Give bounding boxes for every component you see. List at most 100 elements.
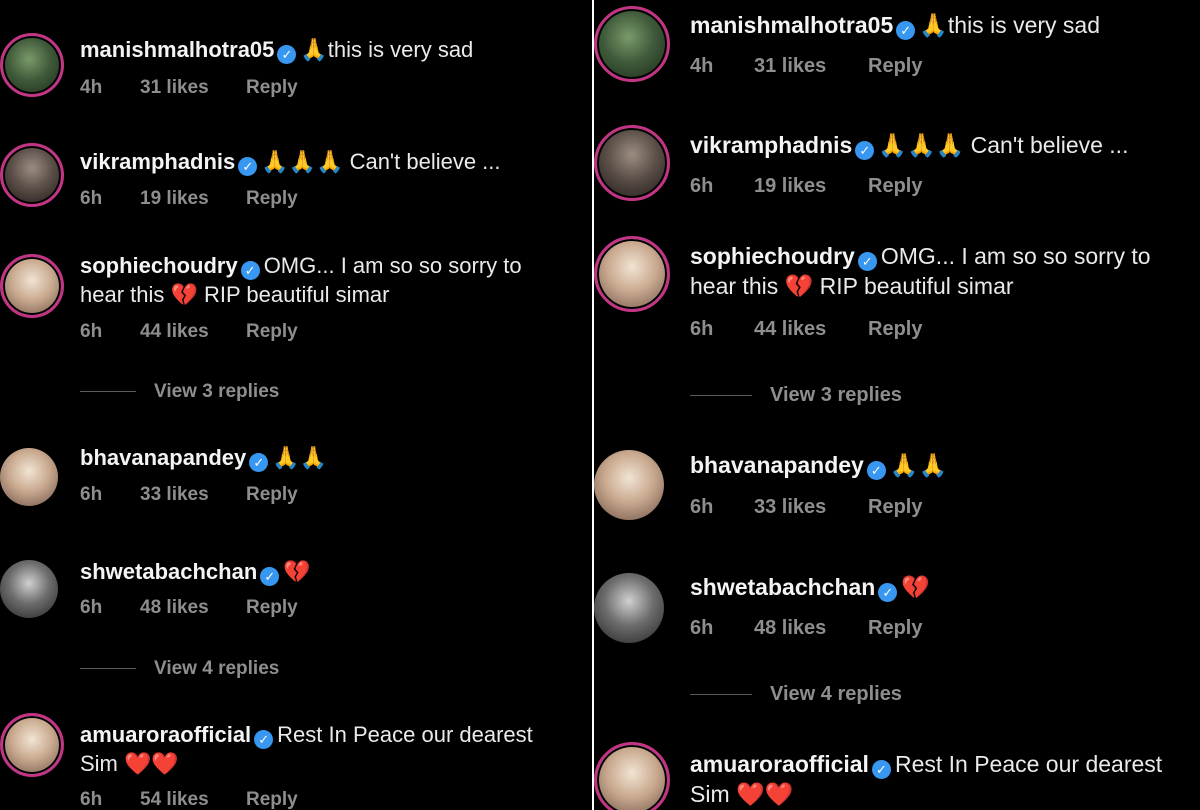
comment-username[interactable]: sophiechoudry (80, 253, 238, 278)
avatar[interactable] (0, 143, 64, 207)
comment-likes[interactable]: 54 likes (140, 789, 246, 810)
comment-text: Rest In Peace our dearest (277, 722, 533, 747)
comment-meta: 6h 33 likes Reply (690, 496, 922, 519)
reply-button[interactable]: Reply (868, 55, 922, 78)
comment-time: 6h (80, 789, 103, 810)
comments-panel-left: manishmalhotra05 ✓ 🙏this is very sad 4h 31 … (0, 0, 594, 810)
comment-text-continued: Sim ❤️❤️ (80, 751, 179, 777)
comment-meta: 6h 33 likes Reply (80, 484, 298, 506)
divider-line (80, 668, 136, 670)
view-replies-button[interactable]: View 4 replies (80, 658, 279, 680)
comment-username[interactable]: shwetabachchan (690, 574, 875, 600)
verified-badge-icon: ✓ (240, 261, 260, 280)
comment-likes[interactable]: 31 likes (754, 55, 868, 78)
comment-text: 🙏🙏 (272, 445, 328, 470)
comment-meta: 4h 31 likes Reply (80, 77, 298, 99)
verified-badge-icon: ✓ (277, 45, 297, 64)
comment-time: 6h (690, 318, 714, 340)
comment-username[interactable]: vikramphadnis (690, 132, 852, 158)
avatar[interactable] (0, 560, 58, 618)
comment-text: 💔 (901, 574, 930, 600)
comment-meta: 6h 19 likes Reply (690, 175, 922, 198)
comment-meta: 4h 31 likes Reply (690, 55, 922, 78)
comment-meta: 6h 54 likes Reply (80, 789, 298, 810)
comment-likes[interactable]: 48 likes (140, 597, 246, 619)
avatar[interactable] (594, 742, 670, 810)
comment-meta: 6h 19 likes Reply (80, 188, 298, 210)
comment-text: OMG... I am so so sorry to (880, 243, 1151, 269)
comment-username[interactable]: bhavanapandey (80, 445, 246, 470)
verified-badge-icon: ✓ (866, 461, 886, 480)
view-replies-button[interactable]: View 3 replies (80, 381, 279, 403)
avatar[interactable] (594, 450, 664, 520)
verified-badge-icon: ✓ (896, 21, 916, 40)
reply-button[interactable]: Reply (246, 77, 298, 99)
comment-likes[interactable]: 33 likes (754, 496, 868, 519)
comment-text-continued: hear this 💔 RIP beautiful simar (80, 282, 390, 308)
comment-text: 🙏🙏🙏 Can't believe ... (261, 149, 501, 174)
avatar[interactable] (0, 33, 64, 97)
avatar[interactable] (0, 448, 58, 506)
comment-likes[interactable]: 48 likes (754, 617, 868, 640)
comment-text: 🙏🙏🙏 Can't believe ... (878, 132, 1129, 158)
comment-username[interactable]: manishmalhotra05 (80, 37, 274, 62)
comment-likes[interactable]: 33 likes (140, 484, 246, 506)
reply-button[interactable]: Reply (868, 318, 922, 341)
reply-button[interactable]: Reply (246, 789, 298, 810)
comment-text-continued: hear this 💔 RIP beautiful simar (690, 273, 1014, 300)
comment-meta: 6h 44 likes Reply (80, 321, 298, 343)
avatar[interactable] (594, 125, 670, 201)
comment-likes[interactable]: 44 likes (754, 318, 868, 341)
comment-time: 6h (690, 175, 714, 197)
comment-text: Rest In Peace our dearest (894, 751, 1163, 777)
comment-username[interactable]: shwetabachchan (80, 559, 257, 584)
avatar[interactable] (0, 713, 64, 777)
comment-text: 🙏this is very sad (300, 37, 474, 62)
view-replies-button[interactable]: View 4 replies (690, 683, 902, 706)
comment-meta: 6h 44 likes Reply (690, 318, 922, 341)
verified-badge-icon: ✓ (254, 730, 274, 749)
comment-text-continued: Sim ❤️❤️ (690, 781, 794, 808)
divider-line (690, 395, 752, 397)
comment-username[interactable]: amuaroraofficial (80, 722, 251, 747)
reply-button[interactable]: Reply (246, 188, 298, 210)
reply-button[interactable]: Reply (868, 496, 922, 519)
comment-time: 6h (80, 321, 103, 342)
view-replies-button[interactable]: View 3 replies (690, 384, 902, 407)
comment-time: 6h (80, 188, 103, 209)
avatar[interactable] (594, 573, 664, 643)
comment-likes[interactable]: 19 likes (754, 175, 868, 198)
reply-button[interactable]: Reply (246, 597, 298, 619)
comment-text: 🙏🙏 (889, 452, 948, 478)
avatar[interactable] (0, 254, 64, 318)
verified-badge-icon: ✓ (238, 157, 258, 176)
avatar[interactable] (594, 236, 670, 312)
verified-badge-icon: ✓ (855, 141, 875, 160)
comment-likes[interactable]: 31 likes (140, 77, 246, 99)
comment-text: 🙏this is very sad (919, 12, 1100, 38)
comment-text: OMG... I am so so sorry to (263, 253, 522, 278)
comment-likes[interactable]: 19 likes (140, 188, 246, 210)
comment-username[interactable]: bhavanapandey (690, 452, 864, 478)
verified-badge-icon: ✓ (857, 252, 877, 271)
avatar[interactable] (594, 6, 670, 82)
comment-time: 4h (690, 55, 714, 77)
comment-username[interactable]: vikramphadnis (80, 149, 235, 174)
comment-username[interactable]: amuaroraofficial (690, 751, 869, 777)
reply-button[interactable]: Reply (246, 484, 298, 506)
comment-time: 6h (690, 617, 714, 639)
comment-time: 6h (80, 597, 103, 618)
comment-meta: 6h 48 likes Reply (80, 597, 298, 619)
divider-line (690, 694, 752, 696)
verified-badge-icon: ✓ (878, 583, 898, 602)
reply-button[interactable]: Reply (868, 617, 922, 640)
reply-button[interactable]: Reply (868, 175, 922, 198)
comments-panel-right: manishmalhotra05 ✓ 🙏this is very sad 4h 31 … (594, 0, 1200, 810)
comment-username[interactable]: manishmalhotra05 (690, 12, 893, 38)
comment-meta: 6h 48 likes Reply (690, 617, 922, 640)
reply-button[interactable]: Reply (246, 321, 298, 343)
comment-username[interactable]: sophiechoudry (690, 243, 855, 269)
comment-likes[interactable]: 44 likes (140, 321, 246, 343)
comment-time: 6h (80, 484, 103, 505)
verified-badge-icon: ✓ (871, 760, 891, 779)
